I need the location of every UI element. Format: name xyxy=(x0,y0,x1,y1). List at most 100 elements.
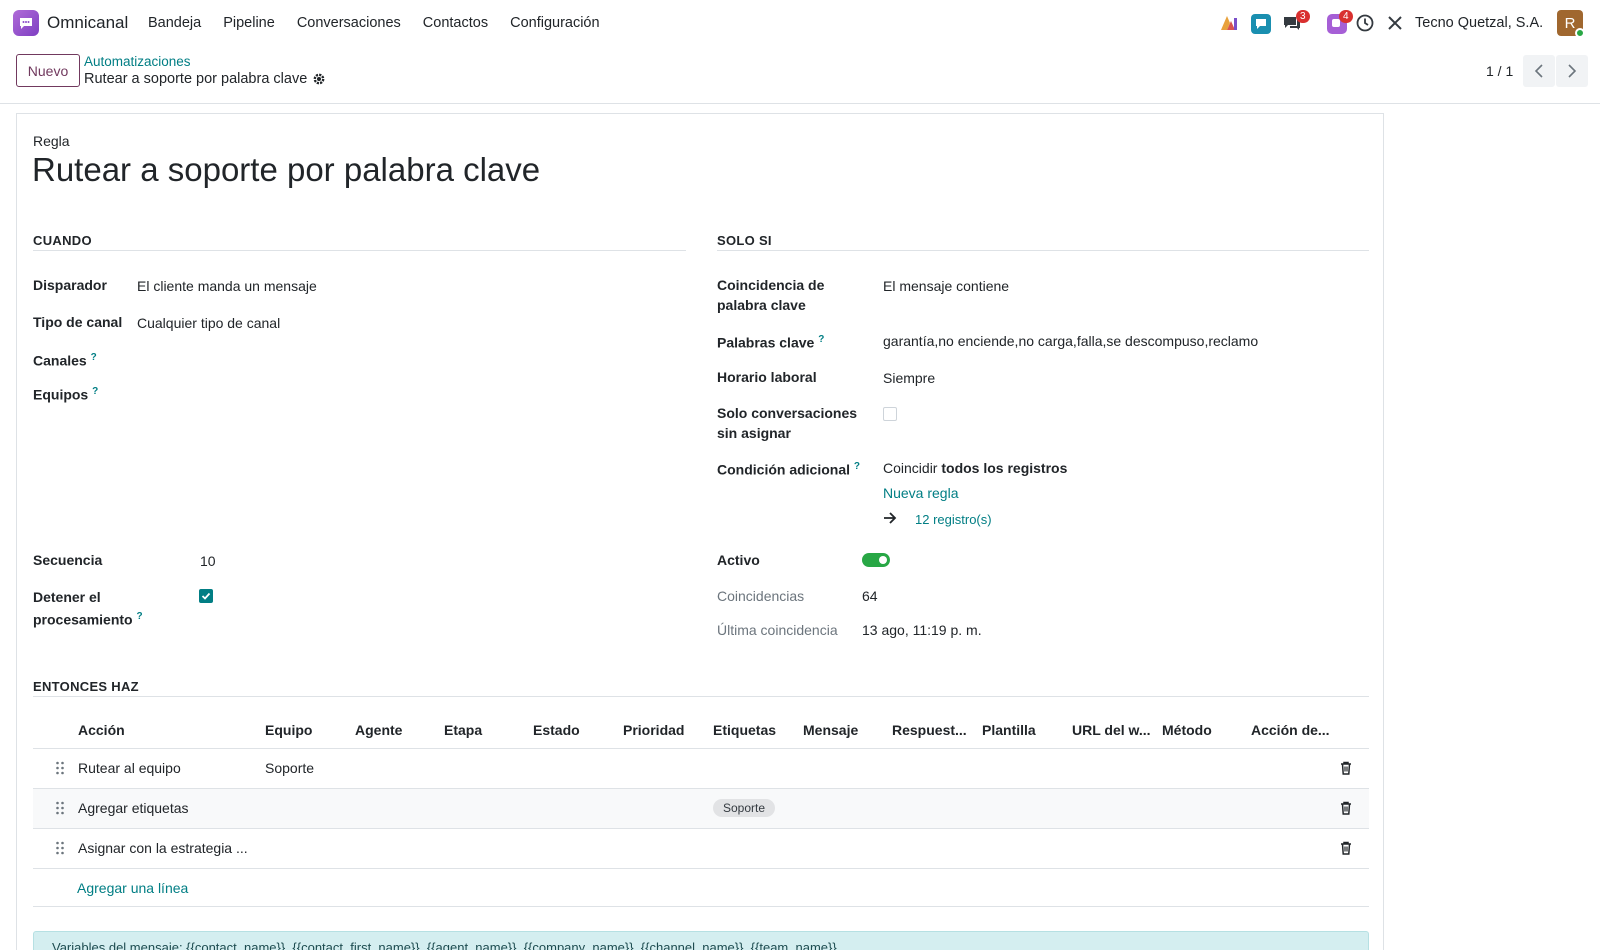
teams-label: Equipos ? xyxy=(33,386,99,403)
records-count-link[interactable]: 12 registro(s) xyxy=(915,510,992,530)
column-header-tags[interactable]: Etiquetas xyxy=(713,722,776,738)
last-match-value: 13 ago, 11:19 p. m. xyxy=(862,622,982,638)
chevron-right-icon[interactable] xyxy=(1556,55,1588,87)
stop-processing-label: procesamiento ? xyxy=(33,611,143,628)
column-header-priority[interactable]: Prioridad xyxy=(623,722,684,738)
menu-item-configuracion[interactable]: Configuración xyxy=(510,15,599,31)
column-header-message[interactable]: Mensaje xyxy=(803,722,858,738)
row-team[interactable]: Soporte xyxy=(265,760,314,776)
help-icon[interactable]: ? xyxy=(136,611,142,622)
row-action[interactable]: Agregar etiquetas xyxy=(78,800,189,816)
column-header-team[interactable]: Equipo xyxy=(265,722,312,738)
section-only-if-title: SOLO SI xyxy=(717,233,772,248)
keywords-field[interactable]: garantía,no enciende,no carga,falla,se d… xyxy=(883,331,1258,351)
active-toggle[interactable] xyxy=(862,553,890,567)
pager-value[interactable]: 1 / 1 xyxy=(1486,63,1513,79)
keyword-match-field[interactable]: El mensaje contiene xyxy=(883,276,1009,296)
business-hours-label: Horario laboral xyxy=(717,369,817,385)
column-header-action[interactable]: Acción xyxy=(78,722,125,738)
help-icon[interactable]: ? xyxy=(818,334,824,345)
main-menu: Bandeja Pipeline Conversaciones Contacto… xyxy=(148,15,622,31)
table-row[interactable]: Asignar con la estrategia ... xyxy=(33,829,1369,869)
apps-icon[interactable]: 4 xyxy=(1326,10,1353,38)
trash-icon[interactable] xyxy=(1340,801,1352,818)
gear-icon[interactable] xyxy=(312,72,326,89)
trigger-label: Disparador xyxy=(33,277,107,293)
live-chat-icon[interactable] xyxy=(1250,13,1272,38)
column-header-stage[interactable]: Etapa xyxy=(444,722,482,738)
breadcrumb-parent[interactable]: Automatizaciones xyxy=(84,54,191,69)
activities-badge: 4 xyxy=(1339,10,1353,23)
sequence-field[interactable]: 10 xyxy=(200,551,216,571)
menu-item-bandeja[interactable]: Bandeja xyxy=(148,15,201,31)
clock-icon[interactable] xyxy=(1356,14,1374,35)
breadcrumb-current: Rutear a soporte por palabra clave xyxy=(84,71,308,87)
teams-field[interactable] xyxy=(137,382,637,404)
section-when-divider xyxy=(33,250,686,251)
messages-badge: 3 xyxy=(1296,10,1310,23)
keyword-match-label-line1: Coincidencia de xyxy=(717,277,825,293)
column-header-server-action[interactable]: Acción de... xyxy=(1251,722,1330,738)
section-then-title: ENTONCES HAZ xyxy=(33,679,139,694)
section-only-if-divider xyxy=(717,250,1369,251)
alert-text: Variables del mensaje: {{contact_name}},… xyxy=(52,940,837,950)
column-header-webhook-url[interactable]: URL del w... xyxy=(1072,722,1151,738)
matches-label: Coincidencias xyxy=(717,588,805,604)
menu-item-contactos[interactable]: Contactos xyxy=(423,15,488,31)
channels-field[interactable] xyxy=(137,348,637,370)
keyword-match-label-line2: palabra clave xyxy=(717,297,806,313)
extra-condition-label: Condición adicional ? xyxy=(717,461,861,478)
help-icon[interactable]: ? xyxy=(92,386,98,397)
app-logo-icon[interactable] xyxy=(13,10,39,36)
row-action[interactable]: Rutear al equipo xyxy=(78,760,181,776)
table-row[interactable]: Rutear al equipo Soporte xyxy=(33,749,1369,789)
arrow-right-icon xyxy=(883,511,897,527)
table-header: Acción Equipo Agente Etapa Estado Priori… xyxy=(33,715,1369,749)
extra-condition-domain: Coincidir todos los registros xyxy=(883,460,1068,476)
column-header-method[interactable]: Método xyxy=(1162,722,1212,738)
top-navbar: Omnicanal Bandeja Pipeline Conversacione… xyxy=(0,0,1600,46)
trigger-field[interactable]: El cliente manda un mensaje xyxy=(137,276,317,296)
matches-value: 64 xyxy=(862,588,878,604)
column-header-reply[interactable]: Respuest... xyxy=(892,722,967,738)
record-title[interactable]: Rutear a soporte por palabra clave xyxy=(32,151,540,189)
column-header-agent[interactable]: Agente xyxy=(355,722,402,738)
trash-icon[interactable] xyxy=(1340,761,1352,778)
section-when-title: CUANDO xyxy=(33,233,92,248)
new-rule-link[interactable]: Nueva regla xyxy=(883,483,959,503)
check-icon xyxy=(201,592,211,600)
add-line-link[interactable]: Agregar una línea xyxy=(77,880,188,896)
company-switcher[interactable]: Tecno Quetzal, S.A. xyxy=(1415,15,1543,31)
ai-icon[interactable] xyxy=(1219,13,1239,36)
stop-processing-checkbox[interactable] xyxy=(199,589,213,603)
active-label: Activo xyxy=(717,552,760,568)
section-then-divider xyxy=(33,696,1369,697)
row-action[interactable]: Asignar con la estrategia ... xyxy=(78,840,248,856)
unassigned-only-label-line2: sin asignar xyxy=(717,425,791,441)
tag-badge[interactable]: Soporte xyxy=(713,799,776,817)
tools-icon[interactable] xyxy=(1386,14,1404,35)
drag-handle-icon[interactable] xyxy=(55,761,65,778)
channels-label: Canales ? xyxy=(33,352,97,369)
drag-handle-icon[interactable] xyxy=(55,801,65,818)
table-row[interactable]: Agregar etiquetas Soporte xyxy=(33,789,1369,829)
channel-type-field[interactable]: Cualquier tipo de canal xyxy=(137,313,280,333)
column-header-template[interactable]: Plantilla xyxy=(982,722,1036,738)
drag-handle-icon[interactable] xyxy=(55,841,65,858)
app-name[interactable]: Omnicanal xyxy=(47,13,128,33)
business-hours-field[interactable]: Siempre xyxy=(883,368,935,388)
stop-processing-label-line1: Detener el xyxy=(33,589,101,605)
help-icon[interactable]: ? xyxy=(854,461,860,472)
menu-item-conversaciones[interactable]: Conversaciones xyxy=(297,15,401,31)
chevron-left-icon[interactable] xyxy=(1523,55,1555,87)
help-icon[interactable]: ? xyxy=(91,352,97,363)
menu-item-pipeline[interactable]: Pipeline xyxy=(223,15,275,31)
unassigned-only-checkbox[interactable] xyxy=(883,407,897,421)
trash-icon[interactable] xyxy=(1340,841,1352,858)
record-type-label: Regla xyxy=(33,133,70,149)
sequence-label: Secuencia xyxy=(33,552,103,568)
column-header-state[interactable]: Estado xyxy=(533,722,580,738)
message-variables-alert: Variables del mensaje: {{contact_name}},… xyxy=(33,931,1369,950)
new-button[interactable]: Nuevo xyxy=(16,54,80,87)
messages-icon[interactable]: 3 xyxy=(1282,10,1310,36)
